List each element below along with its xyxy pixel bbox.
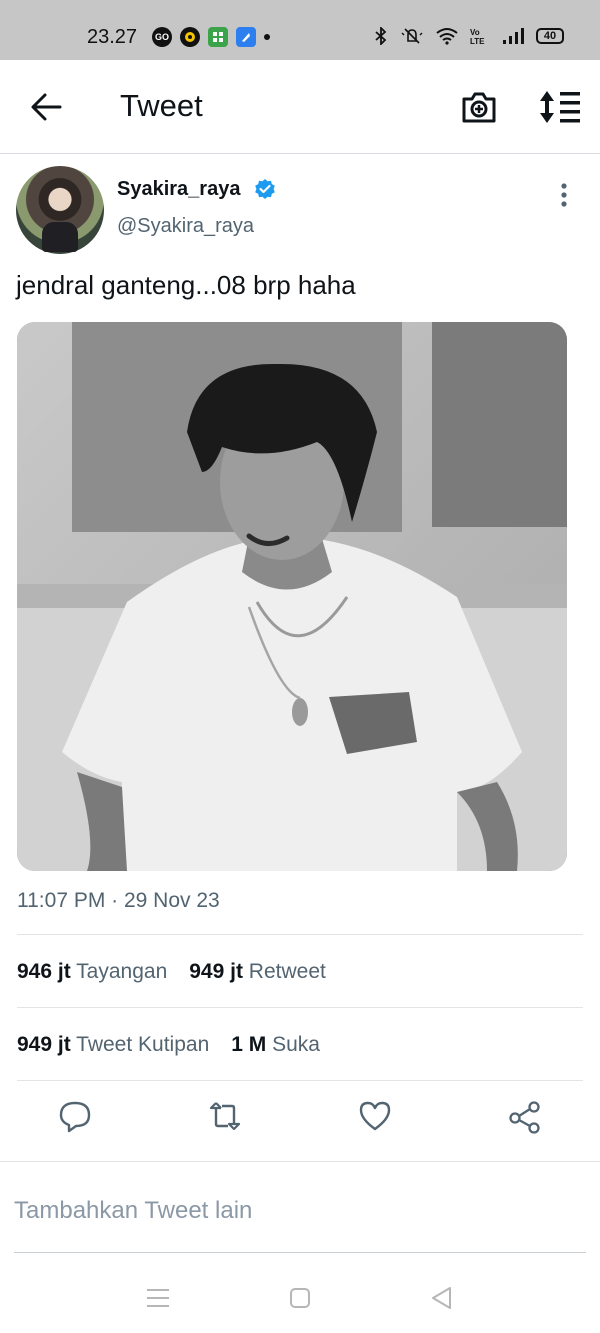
tweet-text: jendral ganteng...08 brp haha [16,270,356,300]
chat-app-icon [180,27,200,47]
home-icon[interactable] [286,1284,314,1312]
status-time: 23.27 [87,26,138,48]
mute-bell-icon [401,28,423,44]
calculator-app-icon [208,27,228,47]
divider [17,1007,583,1008]
system-navigation-bar [0,1270,600,1333]
status-app-icons: GO [152,27,270,47]
reply-compose-input[interactable]: Tambahkan Tweet lain [14,1197,252,1225]
divider [14,1252,586,1253]
volte-icon: VoLTE [470,28,485,45]
wifi-icon [436,28,458,45]
retweet-icon[interactable] [207,1098,243,1134]
like-heart-icon[interactable] [357,1098,393,1134]
stats-row-2: 949 jt Tweet Kutipan 1 M Suka [17,1033,320,1057]
verified-badge-icon [255,179,275,199]
svg-text:Vo: Vo [470,28,480,37]
sort-replies-icon[interactable] [538,89,582,125]
stat-quote-tweets[interactable]: 949 jt Tweet Kutipan [17,1033,209,1057]
status-system-icons: Vo LTE 40 [374,27,564,45]
stats-row-1: 946 jt Tayangan 949 jt Retweet [17,960,326,984]
status-bar: 23.27 GO Vo LTE 40 [0,0,600,60]
notification-dot-icon [264,34,270,40]
more-options-icon[interactable] [552,180,576,210]
camera-plus-icon[interactable] [461,89,497,125]
avatar[interactable] [16,166,104,254]
retweets-label: Retweet [248,960,326,983]
battery-icon: 40 [536,28,564,44]
stat-likes[interactable]: 1 M Suka [231,1033,320,1057]
user-handle[interactable]: @Syakira_raya [117,215,254,238]
stat-views[interactable]: 946 jt Tayangan [17,960,167,984]
divider [17,1080,583,1081]
files-app-icon [236,27,256,47]
tweet-timestamp[interactable]: 11:07 PM · 29 Nov 23 [17,889,220,913]
back-nav-icon[interactable] [428,1284,456,1312]
tweet-photo[interactable] [17,322,567,871]
views-count: 946 jt [17,960,71,983]
back-arrow-icon[interactable] [30,91,64,123]
tweet-actions [0,1098,600,1144]
share-icon[interactable] [507,1098,543,1134]
stat-retweets[interactable]: 949 jt Retweet [189,960,326,984]
signal-icon [503,28,524,44]
display-name[interactable]: Syakira_raya [117,178,240,201]
reply-icon[interactable] [57,1098,93,1134]
divider [0,1161,600,1162]
go-app-icon: GO [152,27,172,47]
retweets-count: 949 jt [189,960,243,983]
svg-text:LTE: LTE [470,37,485,45]
photo-illustration [17,322,567,871]
views-label: Tayangan [76,960,168,983]
recent-apps-icon[interactable] [144,1284,172,1312]
page-title: Tweet [120,88,203,123]
bluetooth-icon [375,27,387,45]
quote-tweets-count: 949 jt [17,1033,71,1056]
app-header: Tweet [0,60,600,154]
quote-tweets-label: Tweet Kutipan [76,1033,210,1056]
divider [17,934,583,935]
likes-count: 1 M [231,1033,267,1056]
likes-label: Suka [272,1033,320,1056]
